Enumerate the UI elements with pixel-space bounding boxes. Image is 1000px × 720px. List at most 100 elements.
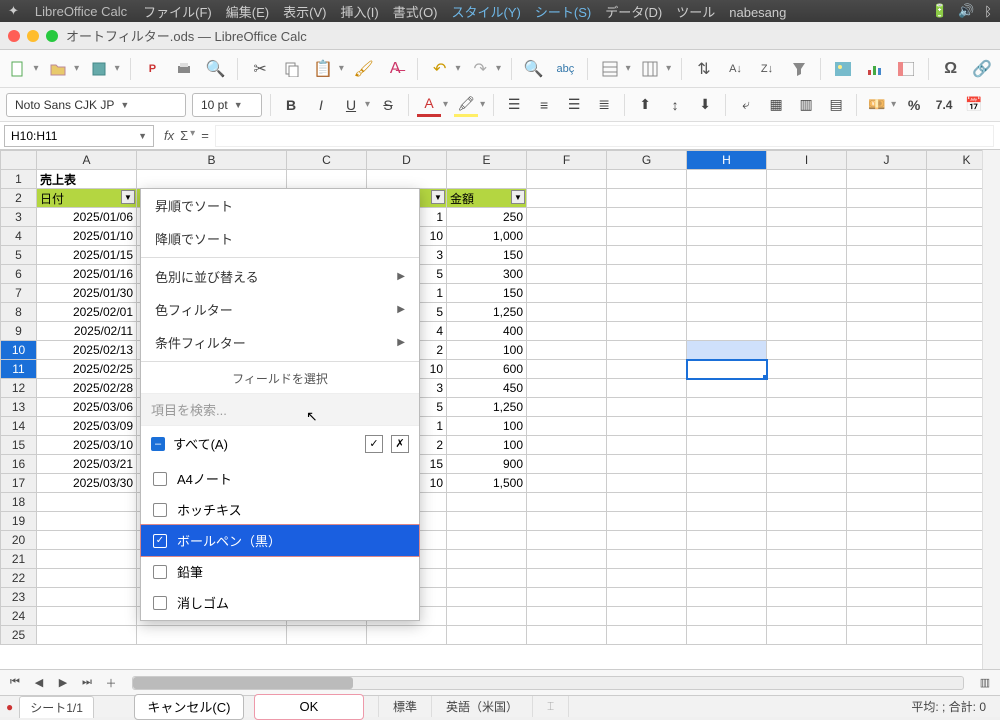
cell-H22[interactable] bbox=[687, 569, 767, 588]
cell-I7[interactable] bbox=[767, 284, 847, 303]
cell-A25[interactable] bbox=[37, 626, 137, 645]
cell-F25[interactable] bbox=[527, 626, 607, 645]
row-header-7[interactable]: 7 bbox=[1, 284, 37, 303]
align-center-button[interactable]: ≡ bbox=[532, 93, 556, 117]
cell-F10[interactable] bbox=[527, 341, 607, 360]
col-header-C[interactable]: C bbox=[287, 151, 367, 170]
cell-A4[interactable]: 2025/01/10 bbox=[37, 227, 137, 246]
vertical-scrollbar[interactable] bbox=[982, 150, 1000, 669]
cell-K4[interactable] bbox=[927, 227, 983, 246]
row-header-16[interactable]: 16 bbox=[1, 455, 37, 474]
cell-I21[interactable] bbox=[767, 550, 847, 569]
cell-G25[interactable] bbox=[607, 626, 687, 645]
filter-toggle-0[interactable]: ▼ bbox=[121, 190, 135, 204]
row-header-9[interactable]: 9 bbox=[1, 322, 37, 341]
sort-asc-button[interactable]: ⇅ bbox=[692, 57, 716, 81]
fx-wizard-button[interactable]: fx bbox=[164, 128, 174, 143]
cell-J5[interactable] bbox=[847, 246, 927, 265]
cell-K24[interactable] bbox=[927, 607, 983, 626]
cell-I4[interactable] bbox=[767, 227, 847, 246]
cell-D1[interactable] bbox=[367, 170, 447, 189]
cell-E5[interactable]: 150 bbox=[447, 246, 527, 265]
cell-F19[interactable] bbox=[527, 512, 607, 531]
cell-A18[interactable] bbox=[37, 493, 137, 512]
sheet-count-label[interactable]: シート1/1 bbox=[19, 696, 94, 718]
highlight-button[interactable]: 🖍 bbox=[454, 93, 478, 117]
cell-A13[interactable]: 2025/03/06 bbox=[37, 398, 137, 417]
cell-K7[interactable] bbox=[927, 284, 983, 303]
cell-G14[interactable] bbox=[607, 417, 687, 436]
row-header-22[interactable]: 22 bbox=[1, 569, 37, 588]
cell-J15[interactable] bbox=[847, 436, 927, 455]
cell-F14[interactable] bbox=[527, 417, 607, 436]
cell-G15[interactable] bbox=[607, 436, 687, 455]
sort-descending-item[interactable]: 降順でソート bbox=[141, 222, 419, 255]
row-header-6[interactable]: 6 bbox=[1, 265, 37, 284]
col-header-H[interactable]: H bbox=[687, 151, 767, 170]
cell-G10[interactable] bbox=[607, 341, 687, 360]
cell-E11[interactable]: 600 bbox=[447, 360, 527, 379]
header-4[interactable]: 金額▼ bbox=[447, 189, 527, 208]
cell-H25[interactable] bbox=[687, 626, 767, 645]
name-box[interactable]: H10:H11 ▼ bbox=[4, 125, 154, 147]
cell-A12[interactable]: 2025/02/28 bbox=[37, 379, 137, 398]
cell-E1[interactable] bbox=[447, 170, 527, 189]
cell-F17[interactable] bbox=[527, 474, 607, 493]
cell-F16[interactable] bbox=[527, 455, 607, 474]
row-header-21[interactable]: 21 bbox=[1, 550, 37, 569]
cell-G3[interactable] bbox=[607, 208, 687, 227]
cell-K15[interactable] bbox=[927, 436, 983, 455]
row-header-20[interactable]: 20 bbox=[1, 531, 37, 550]
cell-E3[interactable]: 250 bbox=[447, 208, 527, 227]
cell-J8[interactable] bbox=[847, 303, 927, 322]
cell-J20[interactable] bbox=[847, 531, 927, 550]
col-header-E[interactable]: E bbox=[447, 151, 527, 170]
cell-G9[interactable] bbox=[607, 322, 687, 341]
cell-H21[interactable] bbox=[687, 550, 767, 569]
currency-button[interactable]: 💴 bbox=[865, 93, 889, 117]
cell-J9[interactable] bbox=[847, 322, 927, 341]
cell-E22[interactable] bbox=[447, 569, 527, 588]
cell-H24[interactable] bbox=[687, 607, 767, 626]
row-header-13[interactable]: 13 bbox=[1, 398, 37, 417]
cell-J22[interactable] bbox=[847, 569, 927, 588]
cell-I6[interactable] bbox=[767, 265, 847, 284]
cell-E18[interactable] bbox=[447, 493, 527, 512]
cell-H10[interactable] bbox=[687, 341, 767, 360]
next-sheet-button[interactable]: ▶ bbox=[54, 674, 72, 692]
color-filter-item[interactable]: 色フィルター▶ bbox=[141, 293, 419, 326]
row-header-19[interactable]: 19 bbox=[1, 512, 37, 531]
cell-H18[interactable] bbox=[687, 493, 767, 512]
row-header-4[interactable]: 4 bbox=[1, 227, 37, 246]
filter-item-2[interactable]: ✓ボールペン（黒） bbox=[141, 525, 419, 556]
font-name-combo[interactable]: Noto Sans CJK JP▼ bbox=[6, 93, 186, 117]
cell-A20[interactable] bbox=[37, 531, 137, 550]
cell-J3[interactable] bbox=[847, 208, 927, 227]
cell-E20[interactable] bbox=[447, 531, 527, 550]
cell-K14[interactable] bbox=[927, 417, 983, 436]
sheet-menu-button[interactable]: ▥ bbox=[976, 674, 994, 692]
cell-E7[interactable]: 150 bbox=[447, 284, 527, 303]
row-header-18[interactable]: 18 bbox=[1, 493, 37, 512]
col-header-J[interactable]: J bbox=[847, 151, 927, 170]
cell-I15[interactable] bbox=[767, 436, 847, 455]
cell-I20[interactable] bbox=[767, 531, 847, 550]
all-label[interactable]: すべて(A) bbox=[173, 434, 228, 453]
open-button[interactable] bbox=[47, 57, 71, 81]
cell-I10[interactable] bbox=[767, 341, 847, 360]
row-header-11[interactable]: 11 bbox=[1, 360, 37, 379]
cell-F20[interactable] bbox=[527, 531, 607, 550]
cell-A15[interactable]: 2025/03/10 bbox=[37, 436, 137, 455]
row-header-17[interactable]: 17 bbox=[1, 474, 37, 493]
col-header-I[interactable]: I bbox=[767, 151, 847, 170]
align-left-button[interactable]: ☰ bbox=[502, 93, 526, 117]
print-button[interactable] bbox=[172, 57, 196, 81]
cell-H12[interactable] bbox=[687, 379, 767, 398]
cell-G8[interactable] bbox=[607, 303, 687, 322]
cell-K21[interactable] bbox=[927, 550, 983, 569]
cell-J14[interactable] bbox=[847, 417, 927, 436]
font-color-button[interactable]: A bbox=[417, 93, 441, 117]
macmenu-4[interactable]: 書式(O) bbox=[393, 5, 438, 20]
cell-G4[interactable] bbox=[607, 227, 687, 246]
align-right-button[interactable]: ☰ bbox=[562, 93, 586, 117]
